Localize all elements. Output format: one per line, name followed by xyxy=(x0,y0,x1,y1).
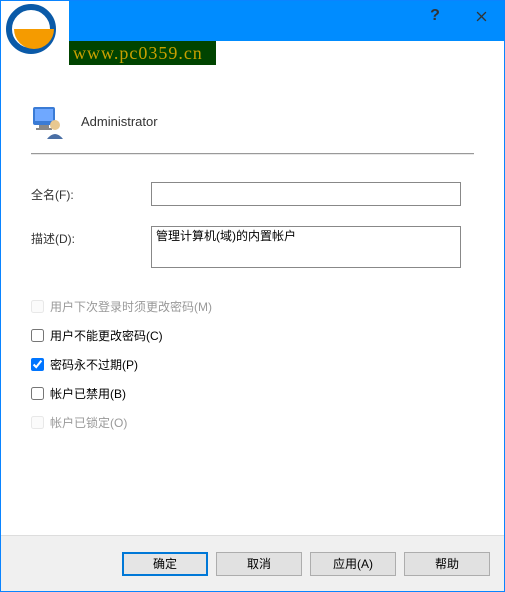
watermark-text: www.pc0359.cn xyxy=(69,41,216,65)
account-disabled-row[interactable]: 帐户已禁用(B) xyxy=(31,385,474,402)
must-change-password-checkbox xyxy=(31,300,44,313)
cannot-change-password-row[interactable]: 用户不能更改密码(C) xyxy=(31,327,474,344)
password-never-expires-row[interactable]: 密码永不过期(P) xyxy=(31,356,474,373)
account-disabled-label: 帐户已禁用(B) xyxy=(50,385,126,402)
account-locked-row: 帐户已锁定(O) xyxy=(31,414,474,431)
account-name: Administrator xyxy=(81,114,158,129)
fullname-input[interactable] xyxy=(151,182,461,206)
must-change-password-label: 用户下次登录时须更改密码(M) xyxy=(50,298,212,315)
titlebar: www.pc0359.cn ? xyxy=(1,1,504,41)
button-bar: 确定 取消 应用(A) 帮助 xyxy=(1,535,504,591)
ok-button[interactable]: 确定 xyxy=(122,552,208,576)
checkbox-group: 用户下次登录时须更改密码(M) 用户不能更改密码(C) 密码永不过期(P) 帐户… xyxy=(31,298,474,431)
password-never-expires-label: 密码永不过期(P) xyxy=(50,356,138,373)
cannot-change-password-label: 用户不能更改密码(C) xyxy=(50,327,163,344)
fullname-label: 全名(F): xyxy=(31,182,151,203)
logo-overlay xyxy=(1,1,69,65)
account-disabled-checkbox[interactable] xyxy=(31,387,44,400)
titlebar-strip xyxy=(69,1,216,41)
help-icon[interactable]: ? xyxy=(412,1,458,31)
user-icon xyxy=(31,103,65,139)
password-never-expires-checkbox[interactable] xyxy=(31,358,44,371)
close-icon[interactable] xyxy=(458,1,504,31)
cancel-button[interactable]: 取消 xyxy=(216,552,302,576)
description-input[interactable]: 管理计算机(域)的内置帐户 xyxy=(151,226,461,268)
description-row: 描述(D): 管理计算机(域)的内置帐户 xyxy=(31,226,474,268)
account-header: Administrator xyxy=(31,103,474,139)
dialog-content: Administrator 全名(F): 描述(D): 管理计算机(域)的内置帐… xyxy=(1,71,504,535)
help-button[interactable]: 帮助 xyxy=(404,552,490,576)
divider-line xyxy=(31,153,474,154)
account-locked-checkbox xyxy=(31,416,44,429)
account-locked-label: 帐户已锁定(O) xyxy=(50,414,127,431)
cannot-change-password-checkbox[interactable] xyxy=(31,329,44,342)
apply-button[interactable]: 应用(A) xyxy=(310,552,396,576)
must-change-password-row: 用户下次登录时须更改密码(M) xyxy=(31,298,474,315)
properties-dialog: www.pc0359.cn ? Administrator xyxy=(0,0,505,592)
description-label: 描述(D): xyxy=(31,226,151,247)
fullname-row: 全名(F): xyxy=(31,182,474,206)
